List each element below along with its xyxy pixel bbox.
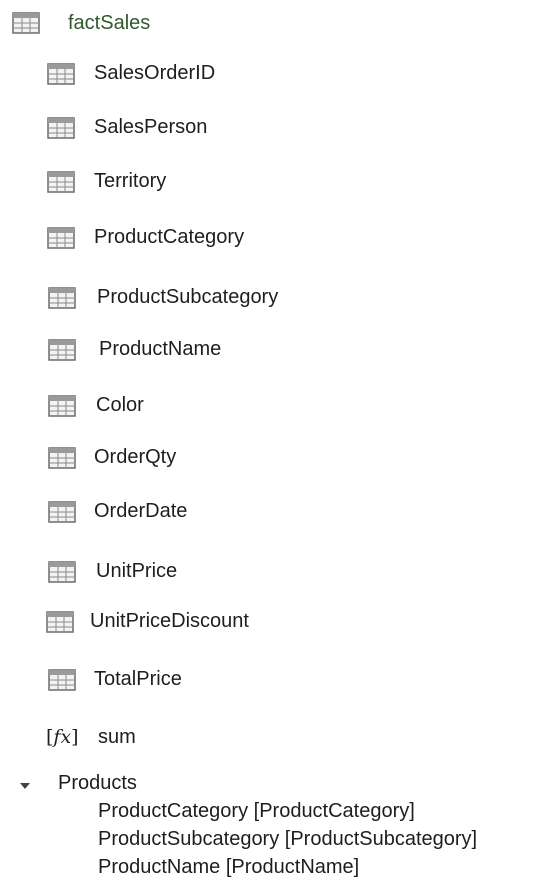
column-item[interactable]: SalesOrderID [0, 58, 320, 88]
column-item[interactable]: ProductName [0, 334, 320, 364]
column-label: ProductName [99, 338, 222, 360]
column-item[interactable]: UnitPriceDiscount [0, 606, 320, 636]
column-label: ProductCategory [94, 226, 245, 248]
column-icon [47, 63, 75, 85]
hierarchy-name: Products [58, 772, 137, 794]
column-icon [46, 611, 74, 633]
column-label: Color [96, 394, 144, 416]
column-label: UnitPriceDiscount [90, 610, 249, 632]
fx-icon: [fx] [46, 726, 79, 748]
column-label: ProductSubcategory [97, 286, 279, 308]
table-icon [12, 12, 40, 34]
column-label: UnitPrice [96, 560, 178, 582]
hierarchy-level-item[interactable]: ProductCategory [ProductCategory] [98, 799, 415, 823]
column-icon [47, 171, 75, 193]
column-icon [47, 117, 75, 139]
measure-label: sum [98, 726, 136, 748]
chevron-down-icon[interactable] [20, 783, 30, 789]
column-label: SalesOrderID [94, 62, 216, 84]
column-item[interactable]: ProductCategory [0, 222, 320, 252]
column-label: Territory [94, 170, 167, 192]
column-icon [48, 669, 76, 691]
column-icon [48, 395, 76, 417]
column-label: OrderDate [94, 500, 188, 522]
column-label: TotalPrice [94, 668, 182, 690]
column-icon [48, 287, 76, 309]
column-item[interactable]: Territory [0, 166, 320, 196]
hierarchy-node-products[interactable]: Products [0, 768, 220, 798]
hierarchy-level-item[interactable]: ProductSubcategory [ProductSubcategory] [98, 827, 477, 851]
column-item[interactable]: UnitPrice [0, 556, 320, 586]
column-icon [48, 561, 76, 583]
column-item[interactable]: OrderDate [0, 496, 320, 526]
column-item[interactable]: OrderQty [0, 442, 320, 472]
table-node-factsales[interactable]: factSales [0, 8, 200, 38]
table-name: factSales [68, 12, 151, 34]
column-item[interactable]: Color [0, 390, 320, 420]
column-icon [48, 501, 76, 523]
column-icon [48, 447, 76, 469]
column-label: OrderQty [94, 446, 177, 468]
column-icon [48, 339, 76, 361]
column-item[interactable]: TotalPrice [0, 664, 320, 694]
measure-item-sum[interactable]: [fx] sum [0, 722, 200, 752]
column-item[interactable]: SalesPerson [0, 112, 320, 142]
column-item[interactable]: ProductSubcategory [0, 282, 320, 312]
column-label: SalesPerson [94, 116, 208, 138]
column-icon [47, 227, 75, 249]
hierarchy-level-item[interactable]: ProductName [ProductName] [98, 855, 359, 879]
